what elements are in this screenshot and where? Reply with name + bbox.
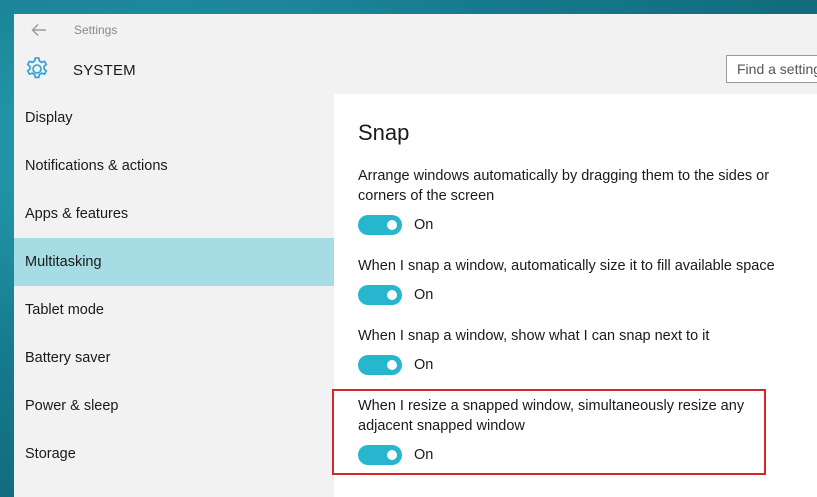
- setting-auto-size-description: When I snap a window, automatically size…: [358, 256, 803, 276]
- setting-description-line: When I resize a snapped window, simultan…: [358, 398, 745, 414]
- back-button[interactable]: [28, 20, 50, 40]
- sidebar-item-storage[interactable]: Storage: [14, 430, 334, 478]
- sidebar-item-battery-saver[interactable]: Battery saver: [14, 334, 334, 382]
- toggle-knob: [387, 290, 397, 300]
- back-arrow-icon: [31, 24, 46, 36]
- arrange-windows-toggle[interactable]: [358, 215, 402, 235]
- main-content: Snap Arrange windows automatically by dr…: [334, 94, 817, 497]
- toggle-state-label: On: [414, 217, 434, 233]
- setting-snap-assist-description: When I snap a window, show what I can sn…: [358, 326, 803, 346]
- toggle-knob: [387, 450, 397, 460]
- setting-description-line: Arrange windows automatically by draggin…: [358, 168, 770, 184]
- auto-size-toggle[interactable]: [358, 285, 402, 305]
- sidebar: Display Notifications & actions Apps & f…: [14, 94, 334, 497]
- setting-description-line: corners of the screen: [358, 188, 495, 204]
- setting-description-line: When I snap a window, automatically size…: [358, 258, 775, 274]
- toggle-state-label: On: [414, 447, 434, 463]
- sidebar-item-multitasking[interactable]: Multitasking: [14, 238, 334, 286]
- setting-description-line: When I snap a window, show what I can sn…: [358, 328, 710, 344]
- sidebar-item-power-sleep[interactable]: Power & sleep: [14, 382, 334, 430]
- header: SYSTEM: [14, 46, 817, 94]
- toggle-state-label: On: [414, 357, 434, 373]
- page-title: Snap: [358, 120, 410, 145]
- search-input[interactable]: [726, 55, 817, 83]
- setting-arrange-windows-description: Arrange windows automatically by draggin…: [358, 166, 803, 206]
- settings-window: Settings SYSTEM Display Notifications & …: [14, 14, 817, 497]
- toggle-knob: [387, 360, 397, 370]
- setting-resize-adjacent-description: When I resize a snapped window, simultan…: [358, 396, 803, 436]
- sidebar-item-notifications[interactable]: Notifications & actions: [14, 142, 334, 190]
- sidebar-item-tablet-mode[interactable]: Tablet mode: [14, 286, 334, 334]
- toggle-knob: [387, 220, 397, 230]
- snap-assist-toggle[interactable]: [358, 355, 402, 375]
- setting-description-line: adjacent snapped window: [358, 418, 525, 434]
- title-bar: Settings: [14, 14, 817, 46]
- app-title: Settings: [74, 23, 118, 37]
- toggle-state-label: On: [414, 287, 434, 303]
- sidebar-item-apps-features[interactable]: Apps & features: [14, 190, 334, 238]
- gear-icon: [26, 57, 48, 79]
- sidebar-item-display[interactable]: Display: [14, 94, 334, 142]
- resize-adjacent-toggle[interactable]: [358, 445, 402, 465]
- section-title: SYSTEM: [73, 62, 136, 79]
